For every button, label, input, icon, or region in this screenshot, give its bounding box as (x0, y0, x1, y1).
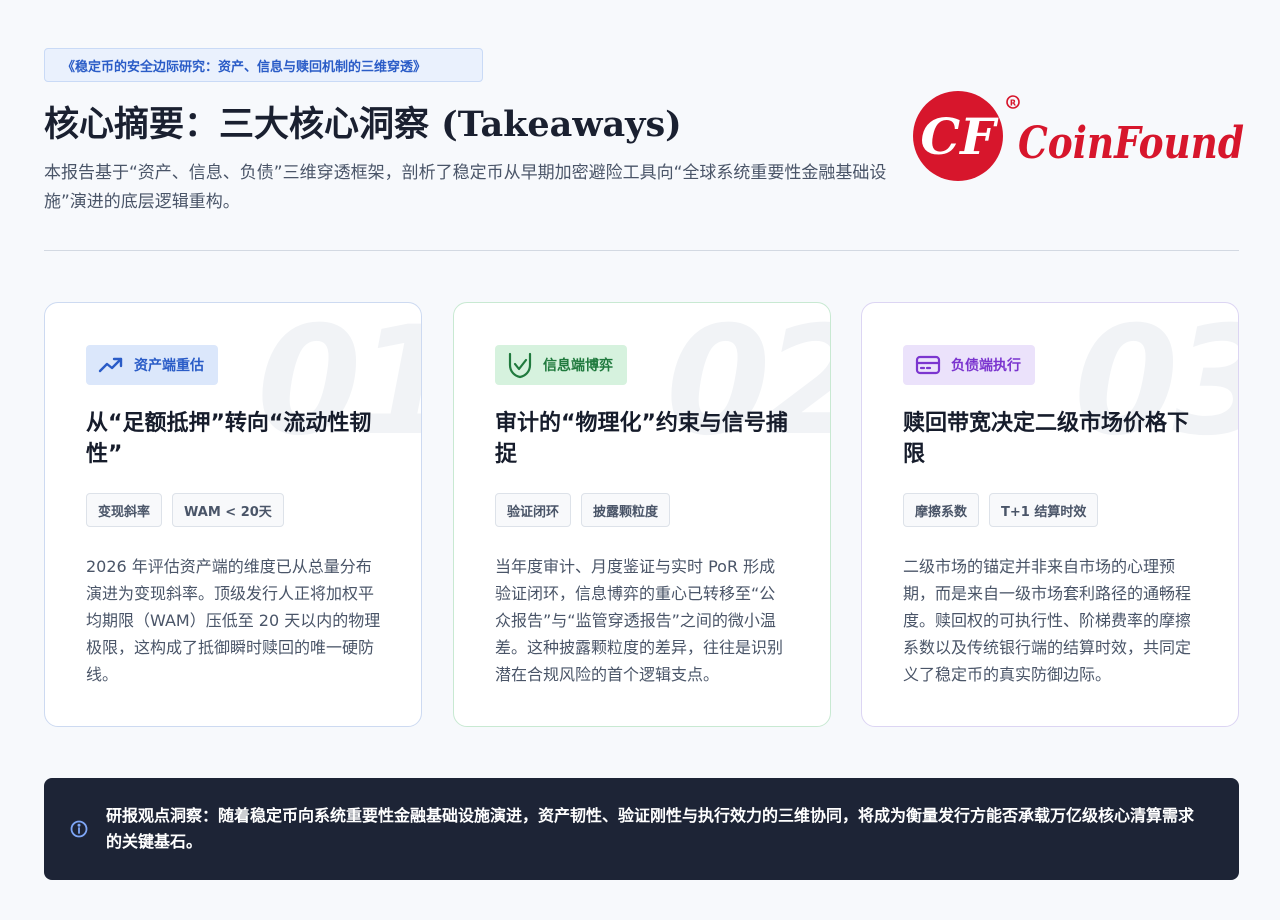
card-chip: 披露颗粒度 (581, 493, 671, 527)
card-chip: 摩擦系数 (903, 493, 980, 527)
card-chips: 变现斜率 WAM < 20天 (86, 493, 284, 527)
svg-text:R: R (1010, 99, 1016, 108)
card-title: 从“足额抵押”转向“流动性韧性” (86, 411, 372, 467)
svg-text:CF: CF (920, 107, 999, 166)
svg-text:CoinFound: CoinFound (1018, 118, 1244, 169)
takeaway-card-3: 03 负债端执行 赎回带宽决定二级市场价格下限 摩擦系数 T+1 结算时效 二级… (861, 302, 1239, 727)
coinfound-logo: CF R CoinFound (912, 90, 1252, 186)
card-badge: 资产端重估 (86, 345, 218, 385)
card-chip: WAM < 20天 (172, 493, 284, 527)
card-badge-label: 资产端重估 (134, 358, 204, 374)
header-divider (44, 250, 1239, 251)
insight-text: 研报观点洞察：随着稳定币向系统重要性金融基础设施演进，资产韧性、验证刚性与执行效… (106, 806, 1195, 851)
card-chip: 验证闭环 (495, 493, 572, 527)
insight-banner: 研报观点洞察：随着稳定币向系统重要性金融基础设施演进，资产韧性、验证刚性与执行效… (44, 778, 1239, 880)
card-badge: 负债端执行 (903, 345, 1035, 385)
card-body: 二级市场的锚定并非来自市场的心理预期，而是来自一级市场套利路径的通畅程度。赎回权… (903, 557, 1192, 684)
takeaway-card-1: 01 资产端重估 从“足额抵押”转向“流动性韧性” 变现斜率 WAM < 20天… (44, 302, 422, 727)
page-subtitle: 本报告基于“资产、信息、负债”三维穿透框架，剖析了稳定币从早期加密避险工具向“全… (44, 163, 887, 212)
card-body: 当年度审计、月度鉴证与实时 PoR 形成验证闭环，信息博弈的重心已转移至“公众报… (495, 557, 784, 684)
credit-card-icon (915, 355, 941, 375)
card-title: 审计的“物理化”约束与信号捕捉 (495, 411, 788, 467)
card-title: 赎回带宽决定二级市场价格下限 (903, 411, 1190, 467)
card-chip: 变现斜率 (86, 493, 163, 527)
card-body: 2026 年评估资产端的维度已从总量分布演进为变现斜率。顶级发行人正将加权平均期… (86, 557, 381, 684)
card-badge-label: 信息端博弈 (543, 358, 613, 374)
page-title: 核心摘要：三大核心洞察 (Takeaways) (44, 104, 682, 145)
card-badge-label: 负债端执行 (951, 358, 1021, 374)
trending-up-icon (98, 357, 123, 373)
card-chips: 验证闭环 披露颗粒度 (495, 493, 671, 527)
report-title-tag: 《稳定币的安全边际研究：资产、信息与赎回机制的三维穿透》 (44, 48, 483, 82)
card-chip: T+1 结算时效 (989, 493, 1099, 527)
card-chips: 摩擦系数 T+1 结算时效 (903, 493, 1099, 527)
info-icon (70, 820, 88, 838)
verified-check-icon (508, 352, 532, 379)
card-badge: 信息端博弈 (495, 345, 627, 385)
takeaway-card-2: 02 信息端博弈 审计的“物理化”约束与信号捕捉 验证闭环 披露颗粒度 当年度审… (453, 302, 831, 727)
